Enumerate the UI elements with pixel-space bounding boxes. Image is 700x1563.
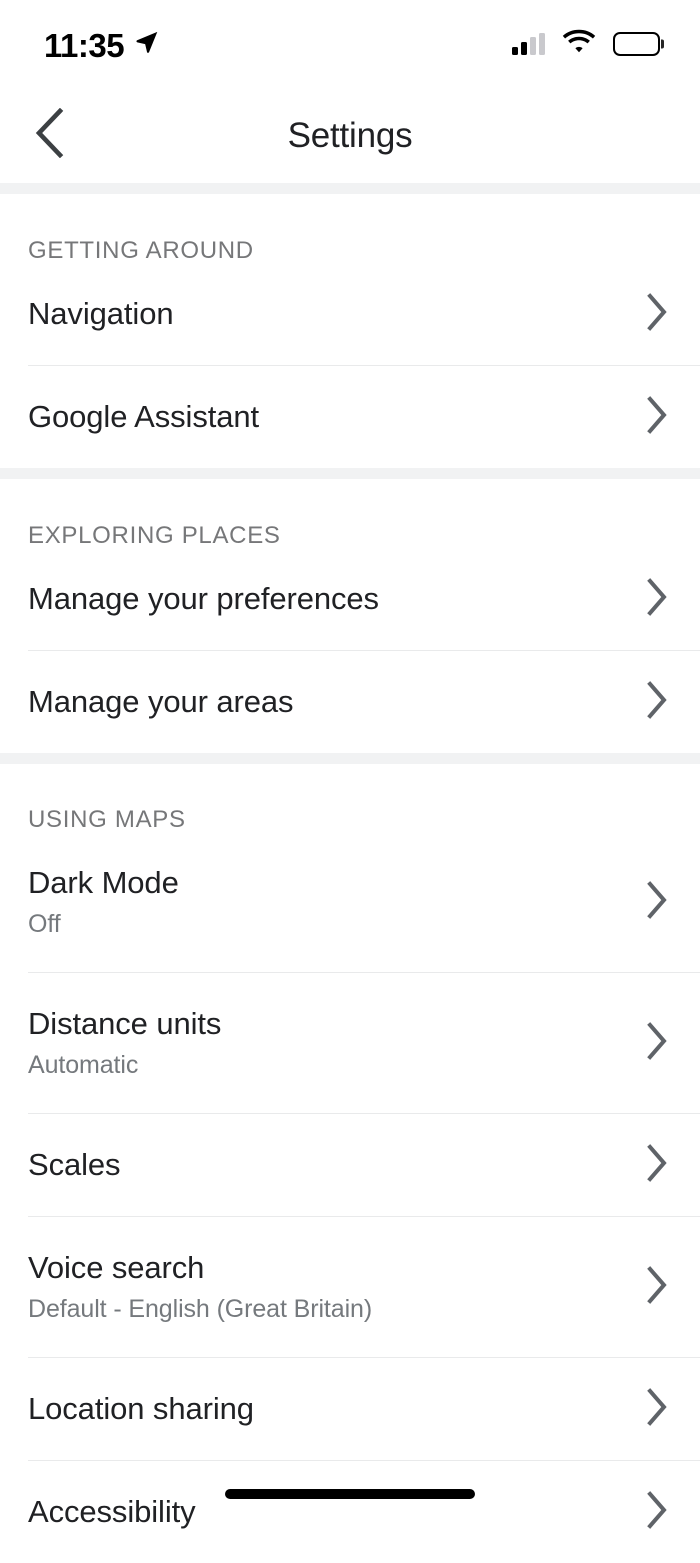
section-gap (0, 183, 700, 194)
settings-row-manage-your-preferences[interactable]: Manage your preferences (0, 548, 700, 650)
home-indicator-bar (225, 1489, 475, 1499)
settings-row-dark-mode[interactable]: Dark Mode Off (0, 832, 700, 972)
section-gap (0, 753, 700, 764)
row-title: Navigation (28, 295, 174, 331)
location-arrow-icon (134, 29, 160, 60)
settings-row-google-assistant[interactable]: Google Assistant (0, 366, 700, 468)
chevron-right-icon (644, 680, 670, 725)
row-labels: Dark Mode Off (28, 867, 179, 937)
section-using-maps: USING MAPS Dark Mode Off Distance units … (0, 764, 700, 1563)
section-header-exploring-places: EXPLORING PLACES (28, 522, 281, 549)
chevron-right-icon (644, 1490, 670, 1535)
phone-screen: 11:35 Settings GETTING AROUND Navigation… (0, 0, 700, 1563)
chevron-right-icon (644, 880, 670, 925)
row-title: Manage your areas (28, 683, 294, 719)
chevron-right-icon (644, 1143, 670, 1188)
settings-row-distance-units[interactable]: Distance units Automatic (0, 973, 700, 1113)
status-bar-right (512, 29, 664, 59)
status-bar: 11:35 (0, 0, 700, 88)
row-labels: Scales (28, 1146, 121, 1182)
settings-list: GETTING AROUND Navigation Google Assista… (0, 183, 700, 1563)
status-time: 11:35 (44, 26, 125, 64)
chevron-right-icon (644, 1021, 670, 1066)
row-title: Manage your preferences (28, 580, 379, 616)
row-title: Location sharing (28, 1390, 254, 1426)
page-title: Settings (287, 115, 413, 155)
cellular-signal-icon (512, 33, 545, 55)
chevron-right-icon (644, 292, 670, 337)
settings-row-voice-search[interactable]: Voice search Default - English (Great Br… (0, 1217, 700, 1357)
row-labels: Voice search Default - English (Great Br… (28, 1252, 372, 1322)
settings-row-location-sharing[interactable]: Location sharing (0, 1358, 700, 1460)
section-exploring-places: EXPLORING PLACES Manage your preferences… (0, 479, 700, 753)
battery-full-icon (613, 32, 664, 56)
row-labels: Location sharing (28, 1390, 254, 1426)
row-title: Voice search (28, 1250, 205, 1286)
section-header-getting-around: GETTING AROUND (28, 237, 254, 264)
section-header-using-maps: USING MAPS (28, 806, 186, 833)
section-gap (0, 468, 700, 479)
settings-row-manage-your-areas[interactable]: Manage your areas (0, 651, 700, 753)
row-subtitle: Default - English (Great Britain) (28, 1294, 373, 1323)
row-title: Accessibility (28, 1493, 196, 1529)
settings-row-accessibility[interactable]: Accessibility (0, 1461, 700, 1563)
row-labels: Navigation (28, 295, 174, 331)
section-getting-around: GETTING AROUND Navigation Google Assista… (0, 194, 700, 468)
settings-row-navigation[interactable]: Navigation (0, 263, 700, 365)
chevron-right-icon (644, 577, 670, 622)
row-subtitle: Off (28, 909, 61, 938)
row-subtitle: Automatic (28, 1050, 139, 1079)
row-labels: Accessibility (28, 1493, 196, 1529)
row-labels: Manage your areas (28, 683, 294, 719)
row-title: Google Assistant (28, 398, 260, 434)
chevron-right-icon (644, 395, 670, 440)
navigation-bar: Settings (0, 88, 700, 183)
row-title: Distance units (28, 1006, 222, 1042)
wifi-icon (562, 29, 596, 59)
status-bar-left: 11:35 (44, 27, 160, 62)
row-labels: Distance units Automatic (28, 1008, 221, 1078)
row-title: Dark Mode (28, 865, 179, 901)
row-labels: Manage your preferences (28, 580, 379, 616)
settings-row-scales[interactable]: Scales (0, 1114, 700, 1216)
row-title: Scales (28, 1146, 121, 1182)
row-labels: Google Assistant (28, 398, 260, 434)
chevron-right-icon (644, 1387, 670, 1432)
chevron-right-icon (644, 1265, 670, 1310)
